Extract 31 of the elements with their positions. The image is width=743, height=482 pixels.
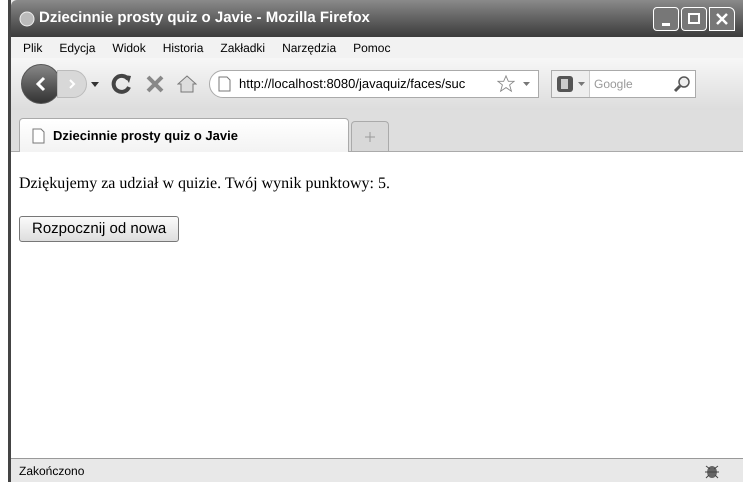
url-text: http://localhost:8080/javaquiz/faces/suc xyxy=(239,75,466,94)
star-icon[interactable] xyxy=(497,75,515,93)
restart-button[interactable]: Rozpocznij od nowa xyxy=(19,216,180,242)
stop-icon[interactable] xyxy=(145,74,165,94)
close-button[interactable] xyxy=(709,6,735,30)
close-icon xyxy=(716,12,728,24)
minimize-button[interactable] xyxy=(653,6,679,30)
search-icon[interactable] xyxy=(673,75,691,93)
page-icon xyxy=(32,128,45,144)
address-bar[interactable]: http://localhost:8080/javaquiz/faces/suc xyxy=(209,70,539,98)
dropdown-icon[interactable] xyxy=(91,82,99,86)
chevron-right-icon xyxy=(67,78,77,90)
maximize-button[interactable] xyxy=(681,6,707,30)
menu-item[interactable]: Widok xyxy=(112,38,146,56)
tab[interactable]: Dziecinnie prosty quiz o Javie xyxy=(19,118,349,152)
menu-item[interactable]: Narzędzia xyxy=(282,38,336,56)
page-icon xyxy=(218,76,231,92)
menu-item[interactable]: Pomoc xyxy=(353,38,390,56)
message-text: Dziękujemy za udział w quizie. Twój wynik punktowy: 5. xyxy=(19,174,390,194)
firefox-icon xyxy=(19,10,35,26)
window-title: Dziecinnie prosty quiz o Javie - Mozilla Firefox xyxy=(39,8,370,28)
reload-icon[interactable] xyxy=(111,73,133,95)
menu-item[interactable]: Edycja xyxy=(59,38,96,56)
menu-item[interactable]: Historia xyxy=(162,38,204,56)
home-icon[interactable] xyxy=(177,75,197,93)
menu-item[interactable]: Plik xyxy=(23,38,42,56)
search-engine-icon[interactable] xyxy=(556,75,574,93)
search-placeholder: Google xyxy=(594,76,633,93)
status-text: Zakończono xyxy=(19,462,84,480)
plus-icon xyxy=(365,132,375,142)
menu-item[interactable]: Zakładki xyxy=(220,38,266,56)
